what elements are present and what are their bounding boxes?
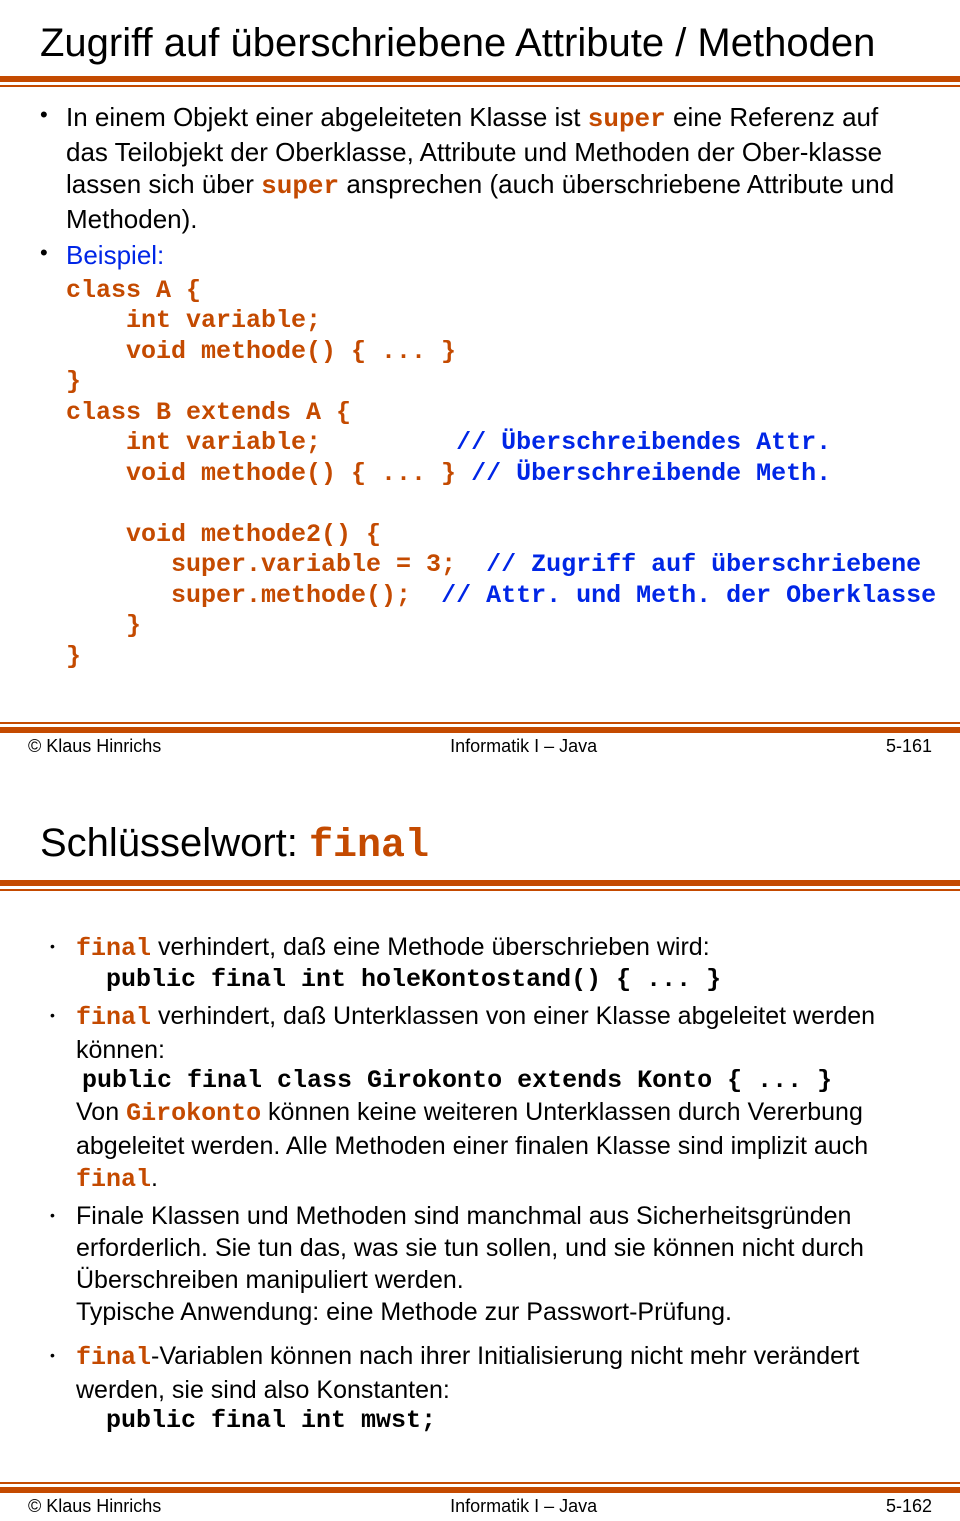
footer-course: Informatik I – Java [450, 736, 597, 757]
text: Von [76, 1098, 126, 1126]
bullet-dot: • [40, 101, 66, 235]
slide-footer: © Klaus Hinrichs Informatik I – Java 5-1… [0, 722, 960, 760]
code-line: class A { [66, 276, 201, 305]
code-comment: // Überschreibende Meth. [456, 459, 831, 488]
bullet-4: • final-Variablen können nach ihrer Init… [50, 1340, 920, 1437]
code-line: super.methode(); [66, 581, 411, 610]
text: -Variablen können nach ihrer Initialisie… [76, 1342, 859, 1404]
rule-thick [0, 880, 960, 886]
bullet-1: • In einem Objekt einer abgeleiteten Kla… [40, 101, 920, 235]
bullet-dot: • [50, 1000, 76, 1197]
bullet-dot: • [50, 1200, 76, 1328]
bullet-text: Finale Klassen und Methoden sind manchma… [76, 1200, 920, 1328]
footer-author: © Klaus Hinrichs [28, 736, 161, 757]
text: verhindert, daß Unterklassen von einer K… [76, 1002, 875, 1064]
footer-rule-thin [0, 722, 960, 724]
slide-body: • In einem Objekt einer abgeleiteten Kla… [0, 87, 960, 672]
keyword-girokonto: Girokonto [126, 1099, 261, 1128]
code-line: } [66, 367, 81, 396]
bullet-text: Beispiel: [66, 239, 920, 272]
code-line: } [66, 611, 141, 640]
code-comment: // Zugriff auf überschriebene [456, 550, 921, 579]
text: Typische Anwendung: eine Methode zur Pas… [76, 1298, 732, 1326]
title-wrap: Zugriff auf überschriebene Attribute / M… [0, 0, 960, 66]
footer-rule-thin [0, 1482, 960, 1484]
bullet-text: final verhindert, daß eine Methode übers… [76, 931, 920, 996]
bullet-dot: • [40, 239, 66, 272]
slide-footer: © Klaus Hinrichs Informatik I – Java 5-1… [0, 1482, 960, 1520]
keyword-final: final [76, 1165, 151, 1194]
footer-page: 5-162 [886, 1496, 932, 1517]
keyword-final: final [76, 934, 151, 963]
footer-row: © Klaus Hinrichs Informatik I – Java 5-1… [0, 733, 960, 760]
code-comment: // Attr. und Meth. der Oberklasse [411, 581, 936, 610]
code-line: super.variable = 3; [66, 550, 456, 579]
bullet-1: • final verhindert, daß eine Methode übe… [50, 931, 920, 996]
keyword-super: super [588, 104, 666, 134]
code-line: void methode() { ... } [66, 337, 456, 366]
code-comment: // Überschreibendes Attr. [321, 428, 831, 457]
bullet-text: In einem Objekt einer abgeleiteten Klass… [66, 101, 920, 235]
slide-title: Schlüsselwort: final [40, 820, 920, 870]
bullet-2: • final verhindert, daß Unterklassen von… [50, 1000, 920, 1197]
footer-author: © Klaus Hinrichs [28, 1496, 161, 1517]
bullet-2: • Beispiel: [40, 239, 920, 272]
footer-course: Informatik I – Java [450, 1496, 597, 1517]
keyword-super: super [261, 171, 339, 201]
bullet-text: final verhindert, daß Unterklassen von e… [76, 1000, 920, 1197]
code-line: int variable; [66, 306, 321, 335]
slide-1: Zugriff auf überschriebene Attribute / M… [0, 0, 960, 760]
text: verhindert, daß eine Methode überschrieb… [151, 933, 710, 961]
keyword-final: final [309, 824, 429, 869]
text: Finale Klassen und Methoden sind manchma… [76, 1202, 864, 1294]
rule-thick [0, 76, 960, 82]
code-line: int variable; [66, 428, 321, 457]
code-line: void methode() { ... } [66, 459, 456, 488]
footer-row: © Klaus Hinrichs Informatik I – Java 5-1… [0, 1493, 960, 1520]
bullet-dot: • [50, 931, 76, 996]
code-line: public final int holeKontostand() { ... … [106, 965, 920, 996]
text: . [151, 1164, 158, 1192]
keyword-final: final [76, 1343, 151, 1372]
text: In einem Objekt einer abgeleiteten Klass… [66, 102, 588, 132]
slide-title: Zugriff auf überschriebene Attribute / M… [40, 20, 920, 66]
slide-body: • final verhindert, daß eine Methode übe… [0, 891, 960, 1437]
code-line: } [66, 642, 81, 671]
code-line: public final int mwst; [106, 1406, 920, 1437]
slide-2: Schlüsselwort: final • final verhindert,… [0, 760, 960, 1520]
footer-page: 5-161 [886, 736, 932, 757]
bullet-3: • Finale Klassen und Methoden sind manch… [50, 1200, 920, 1328]
title-wrap: Schlüsselwort: final [0, 760, 960, 870]
bullet-text: final-Variablen können nach ihrer Initia… [76, 1340, 920, 1437]
title-text: Schlüsselwort: [40, 821, 309, 865]
code-line: public final class Girokonto extends Kon… [82, 1066, 920, 1097]
bullet-dot: • [50, 1340, 76, 1437]
code-line: void methode2() { [66, 520, 381, 549]
keyword-final: final [76, 1003, 151, 1032]
code-line: class B extends A { [66, 398, 351, 427]
code-block: class A { int variable; void methode() {… [66, 276, 920, 673]
